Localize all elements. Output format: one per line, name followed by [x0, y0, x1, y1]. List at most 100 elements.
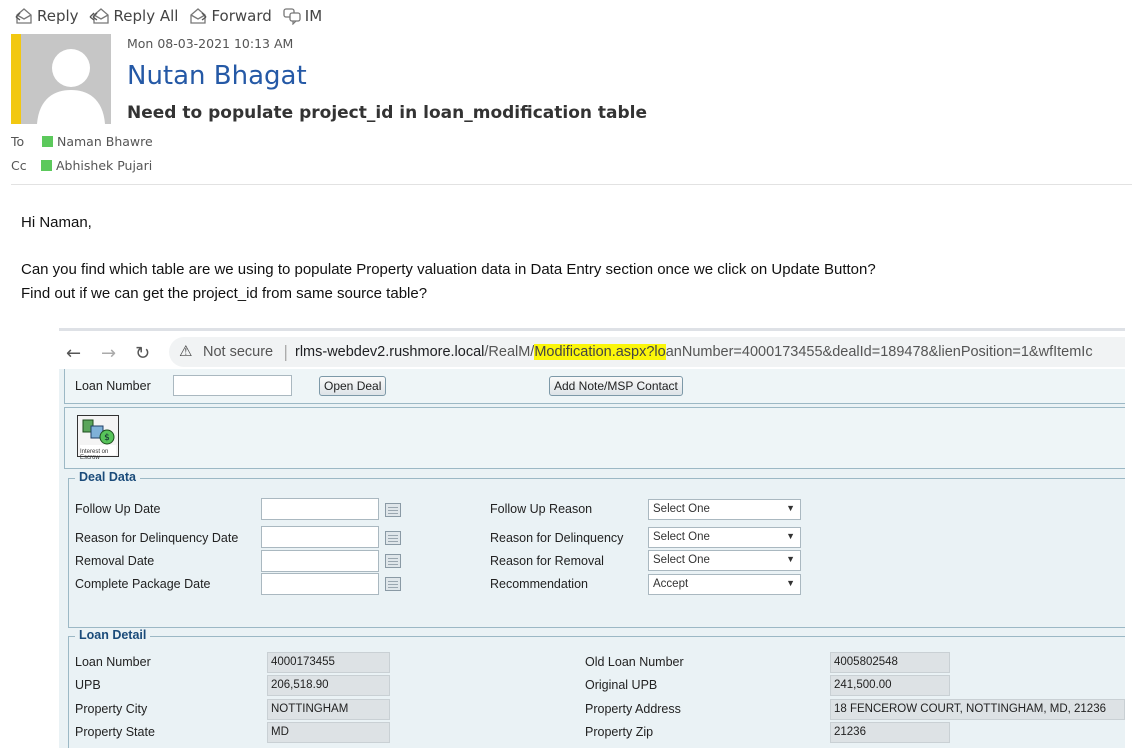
url-text: rlms-webdev2.rushmore.local/RealM/Modifi… [295, 344, 1093, 360]
forward-label: Forward [211, 7, 272, 25]
cc-row: Cc Abhishek Pujari [11, 158, 152, 173]
property-city-value: NOTTINGHAM [267, 699, 390, 720]
complete-package-date-input[interactable] [261, 573, 379, 595]
dropdown-arrow-icon: ▼ [786, 578, 795, 588]
forward-arrow-icon: → [101, 343, 117, 364]
add-note-button[interactable]: Add Note/MSP Contact [549, 376, 683, 396]
select-value: Select One [653, 503, 710, 515]
upb-label: UPB [75, 678, 101, 692]
not-secure-label: Not secure [203, 344, 274, 360]
complete-package-date-label: Complete Package Date [75, 577, 211, 591]
body-line-1: Can you find which table are we using to… [21, 261, 876, 278]
select-value: Select One [653, 531, 710, 543]
im-label: IM [304, 7, 323, 25]
forward-icon [190, 8, 207, 24]
property-city-label: Property City [75, 702, 148, 716]
reply-all-label: Reply All [113, 7, 179, 25]
original-upb-value: 241,500.00 [830, 675, 950, 696]
recommendation-select[interactable]: Accept ▼ [648, 574, 801, 595]
recommendation-label: Recommendation [490, 577, 588, 591]
dropdown-arrow-icon: ▼ [786, 531, 795, 541]
header-divider [11, 184, 1132, 185]
removal-date-input[interactable] [261, 550, 379, 572]
deal-data-legend: Deal Data [75, 470, 140, 484]
property-state-label: Property State [75, 725, 155, 739]
dropdown-arrow-icon: ▼ [786, 503, 795, 513]
browser-address-bar: ← → ↻ ⚠ Not secure | rlms-webdev2.rushmo… [59, 328, 1125, 369]
original-upb-label: Original UPB [585, 678, 658, 692]
calendar-icon[interactable] [385, 577, 401, 591]
property-zip-value: 21236 [830, 722, 950, 743]
reason-delinquency-select[interactable]: Select One ▼ [648, 527, 801, 548]
loan-number-input[interactable] [173, 375, 292, 396]
deal-data-section: Deal Data [68, 470, 1125, 628]
sender-avatar [11, 34, 111, 124]
im-chat-icon [283, 8, 301, 25]
calendar-icon[interactable] [385, 531, 401, 545]
reply-button[interactable]: Reply [14, 7, 79, 25]
cc-label: Cc [11, 158, 27, 173]
email-subject: Need to populate project_id in loan_modi… [127, 103, 648, 123]
reply-icon [15, 8, 32, 24]
url-host: rlms-webdev2.rushmore.local [295, 344, 485, 360]
to-recipient[interactable]: Naman Bhawre [57, 134, 153, 149]
follow-up-date-input[interactable] [261, 498, 379, 520]
reason-removal-label: Reason for Removal [490, 554, 604, 568]
presence-icon [42, 136, 53, 147]
follow-up-date-label: Follow Up Date [75, 502, 161, 516]
calendar-icon[interactable] [385, 554, 401, 568]
property-zip-label: Property Zip [585, 725, 654, 739]
reason-delinquency-date-label: Reason for Delinquency Date [75, 531, 239, 545]
loan-detail-legend: Loan Detail [75, 628, 151, 642]
im-button[interactable]: IM [282, 7, 322, 25]
reason-delinquency-label: Reason for Delinquency [490, 531, 624, 545]
app-topbar: Loan Number Open Deal Add Note/MSP Conta… [64, 369, 1125, 404]
person-icon [37, 49, 105, 124]
back-arrow-icon: ← [66, 343, 82, 364]
body-line-2: Find out if we can get the project_id fr… [21, 285, 428, 302]
property-state-value: MD [267, 722, 390, 743]
removal-date-label: Removal Date [75, 554, 155, 568]
url-highlight: Modification.aspx?lo [534, 344, 666, 360]
to-label: To [11, 134, 25, 149]
reload-icon: ↻ [135, 343, 151, 364]
calendar-icon[interactable] [385, 503, 401, 517]
url-query: anNumber=4000173455&dealId=189478&lienPo… [665, 344, 1093, 360]
select-value: Accept [653, 578, 689, 590]
url-separator: | [283, 342, 289, 361]
presence-icon [41, 160, 52, 171]
icon-bar: $ Interest on Escrow [64, 407, 1125, 469]
select-value: Select One [653, 554, 710, 566]
email-toolbar: Reply Reply All Forward IM [14, 4, 332, 28]
follow-up-reason-select[interactable]: Select One ▼ [648, 499, 801, 520]
email-date: Mon 08-03-2021 10:13 AM [127, 36, 294, 51]
warning-icon: ⚠ [179, 342, 193, 360]
url-path: /RealM/ [484, 344, 535, 360]
property-address-value: 18 FENCEROW COURT, NOTTINGHAM, MD, 21236 [830, 699, 1125, 720]
detail-loan-number-label: Loan Number [75, 655, 151, 669]
follow-up-reason-label: Follow Up Reason [490, 502, 593, 516]
svg-text:$: $ [104, 433, 110, 443]
old-loan-number-label: Old Loan Number [585, 655, 684, 669]
to-row: To Naman Bhawre [11, 134, 153, 149]
reply-label: Reply [37, 7, 79, 25]
reply-all-button[interactable]: Reply All [89, 7, 179, 25]
forward-button[interactable]: Forward [188, 7, 272, 25]
reply-all-icon [89, 8, 109, 24]
old-loan-number-value: 4005802548 [830, 652, 950, 673]
avatar-presence-bar [11, 34, 21, 124]
icon-caption: Interest on Escrow [80, 449, 109, 461]
loan-number-label: Loan Number [75, 379, 151, 393]
upb-value: 206,518.90 [267, 675, 390, 696]
reason-delinquency-date-input[interactable] [261, 526, 379, 548]
dropdown-arrow-icon: ▼ [786, 554, 795, 564]
embedded-screenshot: ← → ↻ ⚠ Not secure | rlms-webdev2.rushmo… [59, 328, 1125, 748]
open-deal-button[interactable]: Open Deal [319, 376, 387, 396]
property-address-label: Property Address [585, 702, 681, 716]
app-content: Loan Number Open Deal Add Note/MSP Conta… [59, 369, 1125, 748]
sender-name[interactable]: Nutan Bhagat [127, 61, 307, 91]
body-greeting: Hi Naman, [21, 214, 92, 231]
reason-removal-select[interactable]: Select One ▼ [648, 550, 801, 571]
loan-number-value: 4000173455 [267, 652, 390, 673]
cc-recipient[interactable]: Abhishek Pujari [56, 158, 152, 173]
